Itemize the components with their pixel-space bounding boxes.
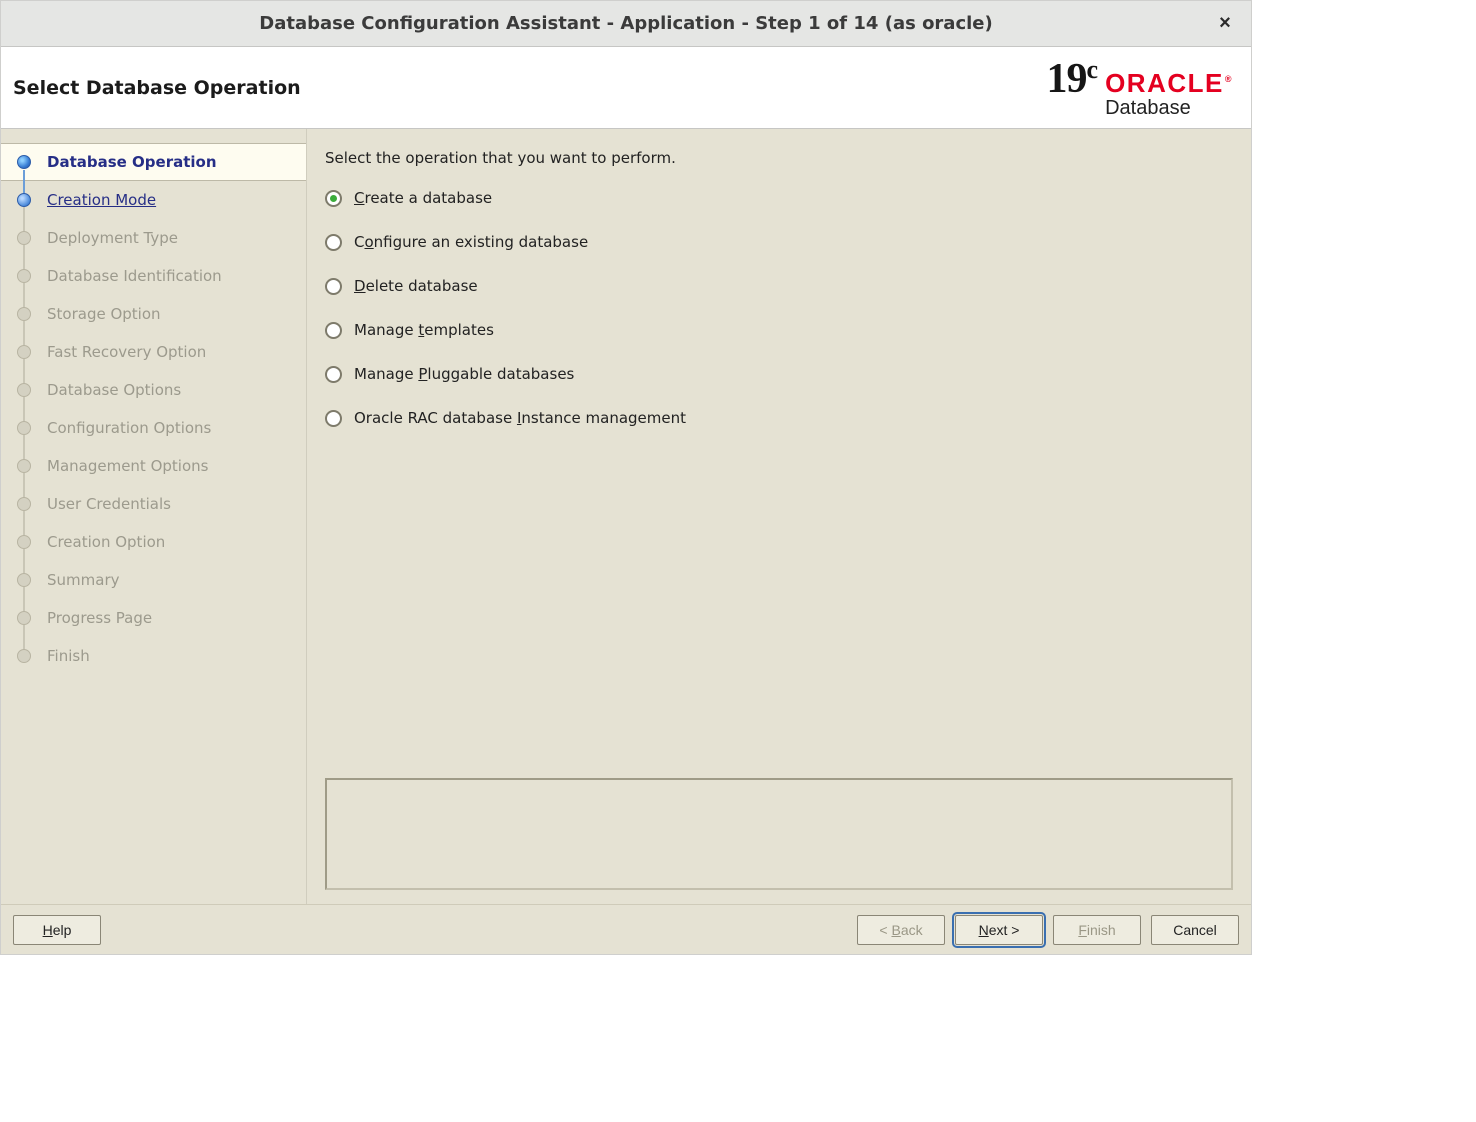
radio-label: Delete database: [354, 277, 478, 295]
step-dot-icon: [17, 193, 31, 207]
wizard-step: Database Identification: [1, 257, 306, 295]
finish-button: Finish: [1053, 915, 1141, 945]
step-dot-icon: [17, 649, 31, 663]
wizard-step: Summary: [1, 561, 306, 599]
wizard-step: Finish: [1, 637, 306, 675]
step-label: Configuration Options: [47, 419, 211, 437]
step-label: Summary: [47, 571, 120, 589]
step-dot-icon: [17, 573, 31, 587]
step-label: Database Operation: [47, 153, 217, 171]
close-button[interactable]: ×: [1213, 11, 1237, 35]
next-button[interactable]: Next >: [955, 915, 1043, 945]
wizard-step: Configuration Options: [1, 409, 306, 447]
wizard-step: Storage Option: [1, 295, 306, 333]
oracle-logo: 19c ORACLE Database: [1047, 57, 1233, 118]
page-title: Select Database Operation: [13, 77, 301, 99]
step-label: Database Options: [47, 381, 181, 399]
step-dot-icon: [17, 535, 31, 549]
operation-radio[interactable]: Oracle RAC database Instance management: [325, 409, 1233, 427]
radio-label: Configure an existing database: [354, 233, 588, 251]
wizard-step: Deployment Type: [1, 219, 306, 257]
operation-radio[interactable]: Manage templates: [325, 321, 1233, 339]
wizard-step: Fast Recovery Option: [1, 333, 306, 371]
prompt-text: Select the operation that you want to pe…: [325, 149, 1233, 167]
step-label: Fast Recovery Option: [47, 343, 206, 361]
back-button: < Back: [857, 915, 945, 945]
wizard-step: Progress Page: [1, 599, 306, 637]
logo-version: 19c: [1047, 57, 1098, 100]
step-label: User Credentials: [47, 495, 171, 513]
radio-label: Oracle RAC database Instance management: [354, 409, 686, 427]
step-dot-icon: [17, 421, 31, 435]
step-label: Creation Mode: [47, 191, 156, 209]
radio-label: Manage templates: [354, 321, 494, 339]
radio-icon: [325, 410, 342, 427]
radio-icon: [325, 234, 342, 251]
step-dot-icon: [17, 307, 31, 321]
wizard-steps: Database Operation Creation Mode Deploymen…: [1, 143, 306, 675]
wizard-sidebar: Database Operation Creation Mode Deploymen…: [1, 129, 307, 904]
radio-icon: [325, 278, 342, 295]
wizard-step: User Credentials: [1, 485, 306, 523]
step-dot-icon: [17, 269, 31, 283]
wizard-step[interactable]: Database Operation: [1, 143, 306, 181]
message-area: [325, 778, 1233, 890]
cancel-button[interactable]: Cancel: [1151, 915, 1239, 945]
step-dot-icon: [17, 611, 31, 625]
step-dot-icon: [17, 459, 31, 473]
step-label: Storage Option: [47, 305, 161, 323]
operation-radio[interactable]: Delete database: [325, 277, 1233, 295]
titlebar: Database Configuration Assistant - Appli…: [1, 1, 1251, 47]
logo-brand: ORACLE: [1105, 70, 1233, 96]
logo-subtitle: Database: [1105, 98, 1233, 118]
wizard-step: Creation Option: [1, 523, 306, 561]
step-label: Database Identification: [47, 267, 222, 285]
operation-radio[interactable]: Configure an existing database: [325, 233, 1233, 251]
radio-label: Manage Pluggable databases: [354, 365, 574, 383]
step-label: Management Options: [47, 457, 208, 475]
operation-radio[interactable]: Create a database: [325, 189, 1233, 207]
header: Select Database Operation 19c ORACLE Dat…: [1, 47, 1251, 129]
step-dot-icon: [17, 231, 31, 245]
step-dot-icon: [17, 497, 31, 511]
step-label: Progress Page: [47, 609, 152, 627]
body: Database Operation Creation Mode Deploymen…: [1, 129, 1251, 904]
step-label: Finish: [47, 647, 90, 665]
wizard-step: Management Options: [1, 447, 306, 485]
window-title: Database Configuration Assistant - Appli…: [259, 13, 992, 34]
footer: Help < Back Next > Finish Cancel: [1, 904, 1251, 954]
radio-icon: [325, 322, 342, 339]
wizard-step: Database Options: [1, 371, 306, 409]
operation-radio[interactable]: Manage Pluggable databases: [325, 365, 1233, 383]
step-dot-icon: [17, 155, 31, 169]
radio-icon: [325, 366, 342, 383]
step-label: Creation Option: [47, 533, 165, 551]
step-dot-icon: [17, 383, 31, 397]
wizard-step[interactable]: Creation Mode: [1, 181, 306, 219]
operation-radio-group: Create a database Configure an existing d…: [325, 189, 1233, 427]
main-panel: Select the operation that you want to pe…: [307, 129, 1251, 904]
radio-label: Create a database: [354, 189, 492, 207]
step-dot-icon: [17, 345, 31, 359]
help-button[interactable]: Help: [13, 915, 101, 945]
dbca-window: Database Configuration Assistant - Appli…: [0, 0, 1252, 955]
radio-icon: [325, 190, 342, 207]
step-label: Deployment Type: [47, 229, 178, 247]
